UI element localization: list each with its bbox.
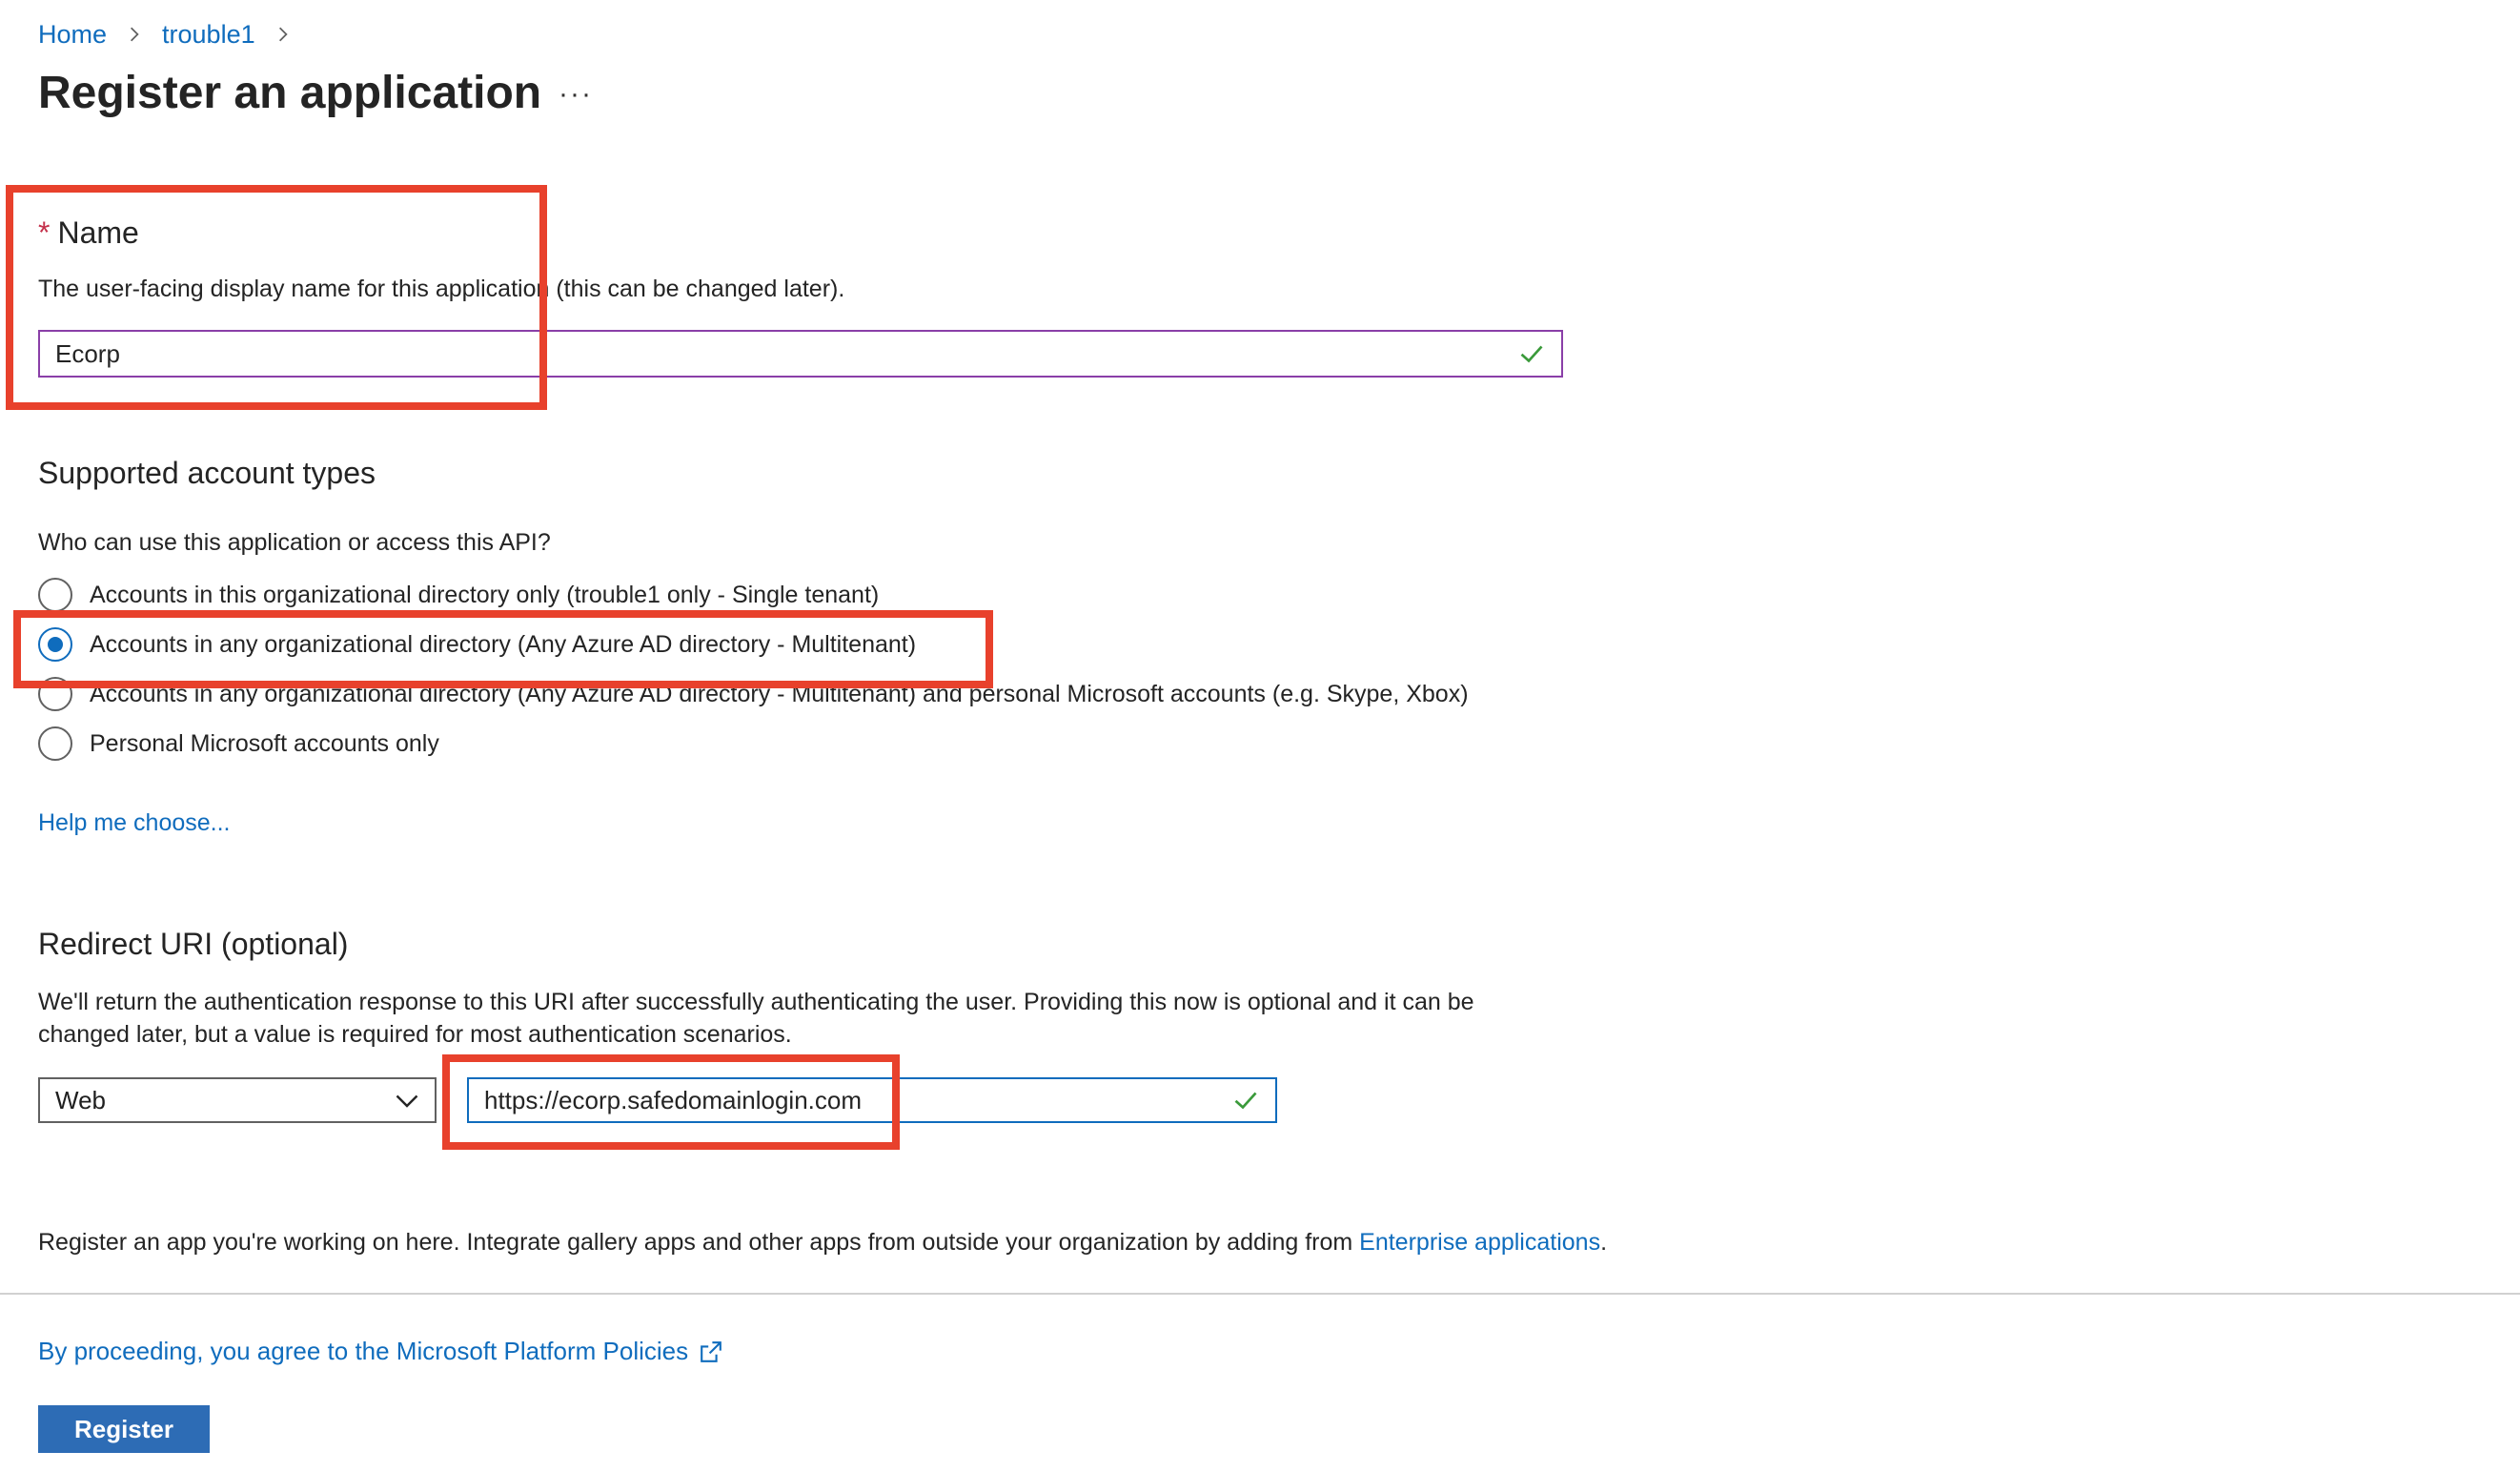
option-label: Accounts in any organizational directory… [90, 630, 917, 658]
redirect-uri-input-wrapper [467, 1077, 1277, 1123]
check-icon [1234, 1092, 1257, 1110]
page-title: Register an application [38, 68, 542, 118]
chevron-right-icon [274, 26, 292, 43]
name-label: * Name [38, 215, 139, 251]
radio-button-selected[interactable] [38, 627, 72, 662]
register-note: Register an app you're working on here. … [38, 1226, 1607, 1258]
redirect-uri-title: Redirect URI (optional) [38, 927, 349, 961]
more-options-button[interactable]: ··· [559, 78, 593, 111]
platform-select-value: Web [55, 1085, 106, 1114]
name-label-text: Name [57, 215, 139, 250]
account-type-option-single-tenant[interactable]: Accounts in this organizational director… [38, 576, 879, 614]
external-link-icon [701, 1340, 721, 1362]
option-label: Personal Microsoft accounts only [90, 729, 439, 757]
option-label: Accounts in any organizational directory… [90, 680, 1469, 707]
help-me-choose-link[interactable]: Help me choose... [38, 807, 231, 839]
required-mark: * [38, 215, 51, 250]
radio-button[interactable] [38, 677, 72, 711]
chevron-down-icon [396, 1094, 418, 1108]
radio-button[interactable] [38, 578, 72, 612]
breadcrumb: Home trouble1 [38, 17, 311, 51]
account-type-option-personal[interactable]: Personal Microsoft accounts only [38, 725, 439, 763]
name-input-wrapper [38, 330, 1563, 378]
platform-select[interactable]: Web [38, 1077, 437, 1123]
radio-button[interactable] [38, 726, 72, 761]
account-types-title: Supported account types [38, 456, 376, 490]
register-button[interactable]: Register [38, 1405, 210, 1453]
name-description: The user-facing display name for this ap… [38, 276, 845, 302]
redirect-description-line1: We'll return the authentication response… [38, 989, 1474, 1015]
account-types-question: Who can use this application or access t… [38, 529, 551, 556]
chevron-right-icon [126, 26, 143, 43]
name-input[interactable] [55, 338, 1517, 369]
enterprise-applications-link[interactable]: Enterprise applications [1359, 1229, 1600, 1256]
redirect-uri-input[interactable] [484, 1085, 1231, 1115]
register-note-text: Register an app you're working on here. … [38, 1229, 1360, 1256]
platform-policies-link[interactable]: By proceeding, you agree to the Microsof… [38, 1337, 724, 1366]
account-type-option-multitenant-personal[interactable]: Accounts in any organizational directory… [38, 675, 1469, 713]
breadcrumb-trouble1[interactable]: trouble1 [162, 20, 255, 50]
platform-policies-text: By proceeding, you agree to the Microsof… [38, 1337, 689, 1365]
breadcrumb-home[interactable]: Home [38, 20, 107, 50]
check-icon [1520, 345, 1543, 363]
option-label: Accounts in this organizational director… [90, 581, 880, 608]
register-note-suffix: . [1600, 1229, 1608, 1256]
redirect-description-line2: changed later, but a value is required f… [38, 1021, 792, 1048]
account-type-option-multitenant[interactable]: Accounts in any organizational directory… [38, 625, 916, 664]
divider [0, 1293, 2520, 1295]
